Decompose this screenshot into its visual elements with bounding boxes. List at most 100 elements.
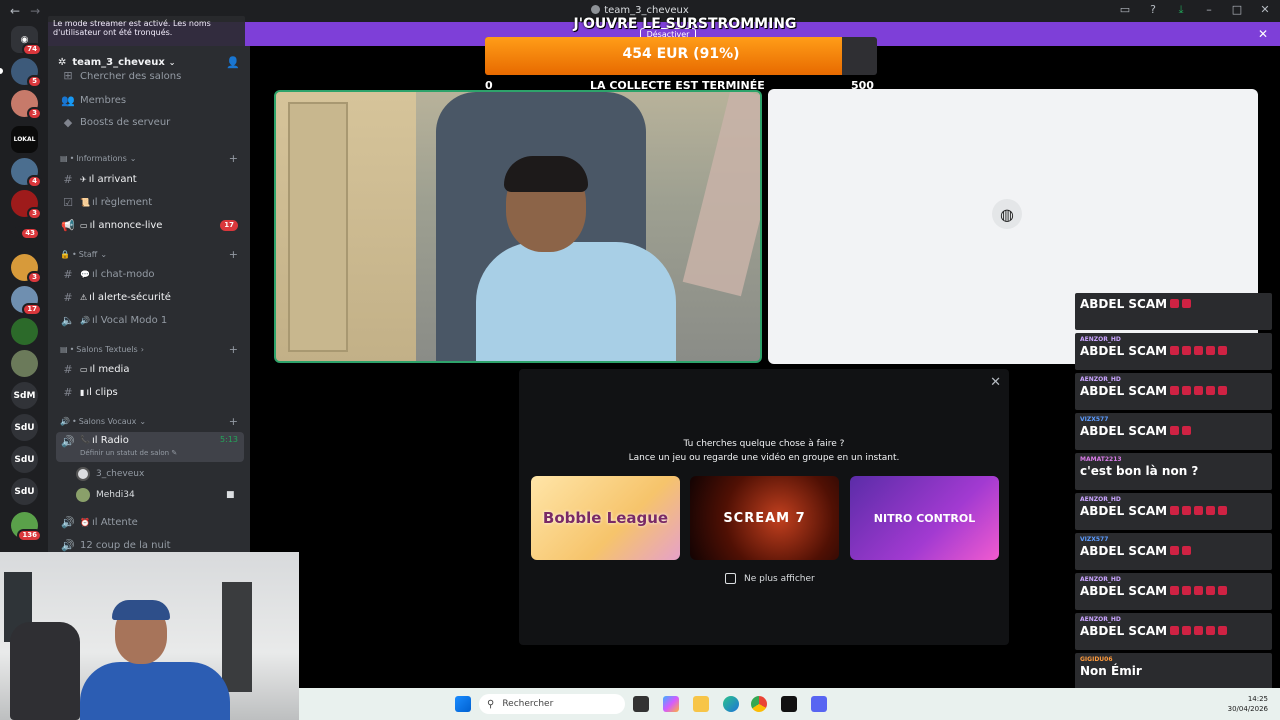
- raised-arm: [682, 92, 760, 297]
- emote-icon: [1206, 506, 1216, 515]
- channel-attente[interactable]: 🔊 ⏰ ıl Attente: [56, 512, 244, 532]
- chat-text-content: ABDEL SCAM: [1080, 384, 1168, 398]
- add-channel-icon[interactable]: +: [229, 415, 238, 428]
- start-icon[interactable]: [455, 696, 471, 712]
- channel-vocal-modo[interactable]: 🔈 🔊 ıl Vocal Modo 1: [56, 310, 244, 330]
- voice-user[interactable]: Mehdi34 ■: [76, 488, 235, 502]
- discord-taskbar-icon[interactable]: [811, 696, 827, 712]
- avatar: [76, 488, 90, 502]
- chat-username: AENZOR_HD: [1080, 376, 1121, 383]
- clip-icon: ▮: [80, 387, 85, 397]
- voice-user[interactable]: 3_cheveux: [76, 467, 144, 481]
- chat-text-content: Non Émir: [1080, 664, 1142, 678]
- emote-icon: [1218, 346, 1228, 355]
- emote-icon: [1194, 586, 1204, 595]
- emote-icon: [1170, 386, 1180, 395]
- channel-annonce-live[interactable]: 📢 ▭ ıl annonce-live 17: [56, 215, 244, 235]
- activity-card-nitro-control[interactable]: NITRO CONTROL: [850, 476, 999, 560]
- channel-chat-modo[interactable]: # 💬 ıl chat-modo: [56, 264, 244, 284]
- image-icon: ▭: [80, 364, 88, 374]
- server-avatar[interactable]: 4: [11, 158, 42, 188]
- members-icon: 👥: [61, 93, 75, 107]
- server-avatar[interactable]: [11, 318, 38, 345]
- add-channel-icon[interactable]: +: [229, 152, 238, 165]
- channel-clips[interactable]: # ▮ ıl clips: [56, 382, 244, 402]
- edge-icon[interactable]: [723, 696, 739, 712]
- boost-icon: ◆: [63, 115, 73, 129]
- minimize-icon[interactable]: –: [1202, 3, 1216, 17]
- server-avatar[interactable]: [11, 350, 38, 377]
- inbox-icon[interactable]: ▭: [1118, 3, 1132, 17]
- server-avatar[interactable]: 5: [11, 58, 42, 88]
- add-channel-icon[interactable]: +: [229, 248, 238, 261]
- add-channel-icon[interactable]: +: [229, 343, 238, 356]
- file-explorer-icon[interactable]: [693, 696, 709, 712]
- copilot-icon[interactable]: [663, 696, 679, 712]
- task-view-icon[interactable]: [633, 696, 649, 712]
- server-avatar[interactable]: 43: [11, 226, 40, 240]
- server-sdu[interactable]: SdU: [11, 478, 38, 505]
- chat-message: AENZOR_HD ABDEL SCAM: [1075, 573, 1272, 610]
- server-avatar[interactable]: 3: [11, 190, 42, 220]
- forward-arrow-icon[interactable]: →: [30, 4, 40, 18]
- cap: [112, 600, 170, 620]
- boosts-item[interactable]: ◆ Boosts de serveur: [56, 112, 244, 132]
- server-sdu[interactable]: SdU: [11, 414, 38, 441]
- channel-label: Radio: [100, 435, 129, 446]
- channel-reglement[interactable]: ☑ 📜 ıl règlement: [56, 192, 244, 212]
- members-item[interactable]: 👥 Membres: [56, 90, 244, 110]
- help-icon[interactable]: ?: [1146, 3, 1160, 17]
- activity-card-bobble-league[interactable]: Bobble League: [531, 476, 680, 560]
- checkbox[interactable]: [725, 573, 736, 584]
- back-arrow-icon[interactable]: ←: [10, 4, 20, 18]
- server-sdu[interactable]: SdU: [11, 446, 38, 473]
- maximize-icon[interactable]: □: [1230, 3, 1244, 17]
- shirt: [476, 242, 676, 361]
- server-avatar[interactable]: 136: [11, 512, 42, 542]
- chat-text-content: ABDEL SCAM: [1080, 297, 1168, 311]
- server-avatar[interactable]: 17: [11, 286, 42, 316]
- streamer-figure: [476, 152, 676, 361]
- server-sdm[interactable]: SdM: [11, 382, 38, 409]
- chat-message: AENZOR_HD ABDEL SCAM: [1075, 373, 1272, 410]
- category-informations[interactable]: ▤ • Informations ⌄ +: [60, 152, 244, 165]
- activity-modal: ✕ Tu cherches quelque chose à faire ? La…: [519, 369, 1009, 645]
- notification-badge: 43: [20, 227, 40, 240]
- server-avatar[interactable]: 3: [11, 254, 42, 284]
- category-salons-vocaux[interactable]: 🔊 • Salons Vocaux ⌄ +: [60, 415, 244, 428]
- server-lokal[interactable]: LOKAL: [11, 126, 38, 153]
- close-window-icon[interactable]: ✕: [1258, 3, 1272, 17]
- rules-icon: ☑: [63, 195, 73, 209]
- activity-card-scream[interactable]: SCREAM 7: [690, 476, 839, 560]
- category-staff[interactable]: 🔒 • Staff ⌄ +: [60, 248, 244, 261]
- server-avatar[interactable]: 3: [11, 90, 42, 120]
- download-icon[interactable]: ⤓: [1174, 3, 1188, 17]
- clock-icon: ⏰: [80, 517, 90, 527]
- invite-icon[interactable]: 👤: [226, 56, 240, 69]
- channel-radio[interactable]: 🔊 📞 ıl Radio 5:13 Définir un statut de sal…: [56, 432, 244, 462]
- channel-alerte-securite[interactable]: # ⚠ ıl alerte-sécurité: [56, 287, 244, 307]
- clock-date: 30/04/2026: [1227, 705, 1268, 713]
- close-icon[interactable]: ✕: [1258, 27, 1268, 41]
- category-salons-textuels[interactable]: ▤ • Salons Textuels › +: [60, 343, 244, 356]
- channel-media[interactable]: # ▭ ıl media: [56, 359, 244, 379]
- channel-arrivant[interactable]: # ✈ ıl arrivant: [56, 169, 244, 189]
- live-icon: ▭: [80, 220, 88, 230]
- dont-show-again[interactable]: Ne plus afficher: [725, 573, 815, 584]
- chat-message: AENZOR_HD ABDEL SCAM: [1075, 333, 1272, 370]
- notification-badge: 3: [27, 107, 42, 120]
- discord-home-icon[interactable]: ◉ 74: [11, 26, 42, 56]
- close-modal-icon[interactable]: ✕: [990, 375, 1001, 390]
- emote-icon: [1170, 546, 1180, 555]
- chrome-icon[interactable]: [751, 696, 767, 712]
- chat-text-content: ABDEL SCAM: [1080, 544, 1168, 558]
- app-icon[interactable]: [781, 696, 797, 712]
- chat-text: ABDEL SCAM: [1080, 544, 1267, 558]
- modal-question: Tu cherches quelque chose à faire ?: [683, 439, 845, 449]
- chat-message: MAMAT2213 c'est bon là non ?: [1075, 453, 1272, 490]
- taskbar-search[interactable]: ⚲ Rechercher: [479, 694, 625, 714]
- video-tile-camera[interactable]: [274, 90, 762, 363]
- browse-channels[interactable]: ⊞ Chercher des salons: [56, 72, 244, 82]
- chat-message: AENZOR_HD ABDEL SCAM: [1075, 613, 1272, 650]
- channel-status[interactable]: Définir un statut de salon ✎: [80, 449, 177, 457]
